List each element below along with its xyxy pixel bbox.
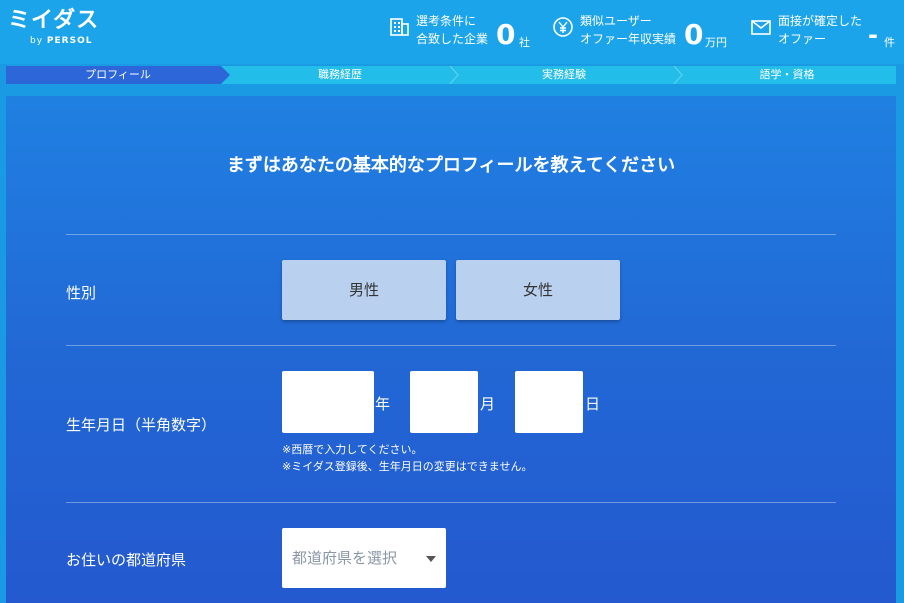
prefecture-label: お住いの都道府県: [66, 551, 187, 569]
top-header: ミイダス by PERSOL 選考条件に 合致した企業 0 社 類似ユーザー オ…: [0, 0, 904, 64]
logo-by: by: [30, 36, 44, 46]
divider: [66, 502, 836, 503]
logo-text: ミイダス: [8, 8, 100, 33]
caret-down-icon: [426, 556, 436, 562]
note-line: ※ミイダス登録後、生年月日の変更はできません。: [282, 460, 533, 473]
stat-unit: 万円: [705, 36, 727, 49]
progress-steps: プロフィール 職務経歴 実務経験 語学・資格: [6, 66, 896, 84]
stat-value: 0: [684, 18, 704, 51]
stat-unit: 社: [519, 36, 530, 49]
stat-unit: 件: [884, 36, 895, 49]
prefecture-placeholder: 都道府県を選択: [292, 549, 398, 567]
stat-label-line: 合致した企業: [416, 32, 489, 46]
birth-day-input[interactable]: [515, 371, 583, 433]
gender-male-button[interactable]: 男性: [282, 260, 446, 320]
divider: [66, 234, 836, 235]
stat-offer-salary: 類似ユーザー オファー年収実績 0 万円: [552, 10, 737, 52]
day-unit: 日: [585, 395, 601, 413]
birthdate-label: 生年月日（半角数字）: [66, 416, 217, 434]
prefecture-select[interactable]: 都道府県を選択: [282, 528, 446, 588]
stat-label-line: オファー: [778, 32, 827, 46]
stat-value: 0: [496, 18, 516, 51]
stat-label: 類似ユーザー オファー年収実績: [580, 12, 676, 48]
month-unit: 月: [480, 395, 496, 413]
stat-label: 面接が確定した オファー: [778, 12, 862, 48]
note-line: ※西暦で入力してください。: [282, 443, 423, 456]
form-title: まずはあなたの基本的なプロフィールを教えてください: [226, 155, 676, 176]
birth-year-input[interactable]: [282, 371, 374, 433]
divider: [66, 345, 836, 346]
gender-female-button[interactable]: 女性: [456, 260, 620, 320]
year-unit: 年: [375, 395, 391, 413]
logo-subtext: by PERSOL: [30, 36, 99, 46]
birthdate-notes: ※西暦で入力してください。 ※ミイダス登録後、生年月日の変更はできません。: [282, 441, 532, 475]
step-work-history: 職務経歴: [318, 68, 362, 81]
stat-label-line: 選考条件に: [416, 14, 477, 28]
building-icon: [390, 18, 409, 36]
step-experience: 実務経験: [542, 68, 586, 81]
stat-label: 選考条件に 合致した企業: [416, 12, 488, 48]
miidas-logo[interactable]: ミイダス by PERSOL: [8, 8, 100, 47]
profile-form-panel: まずはあなたの基本的なプロフィールを教えてください 性別 男性 女性 生年月日（…: [6, 96, 896, 603]
mail-icon: [751, 20, 771, 35]
birth-month-input[interactable]: [410, 371, 478, 433]
stat-value: -: [868, 21, 878, 49]
logo-brand: PERSOL: [46, 36, 93, 46]
stat-label-line: オファー年収実績: [580, 32, 677, 46]
yen-icon: [553, 17, 573, 37]
step-profile: プロフィール: [6, 66, 230, 84]
gender-label: 性別: [66, 284, 97, 302]
stat-matching-companies: 選考条件に 合致した企業 0 社: [388, 10, 538, 52]
stat-label-line: 面接が確定した: [778, 14, 863, 28]
step-language-qualifications: 語学・資格: [759, 68, 815, 81]
stat-label-line: 類似ユーザー: [580, 14, 652, 28]
stat-confirmed-interviews: 面接が確定した オファー - 件: [750, 10, 900, 52]
